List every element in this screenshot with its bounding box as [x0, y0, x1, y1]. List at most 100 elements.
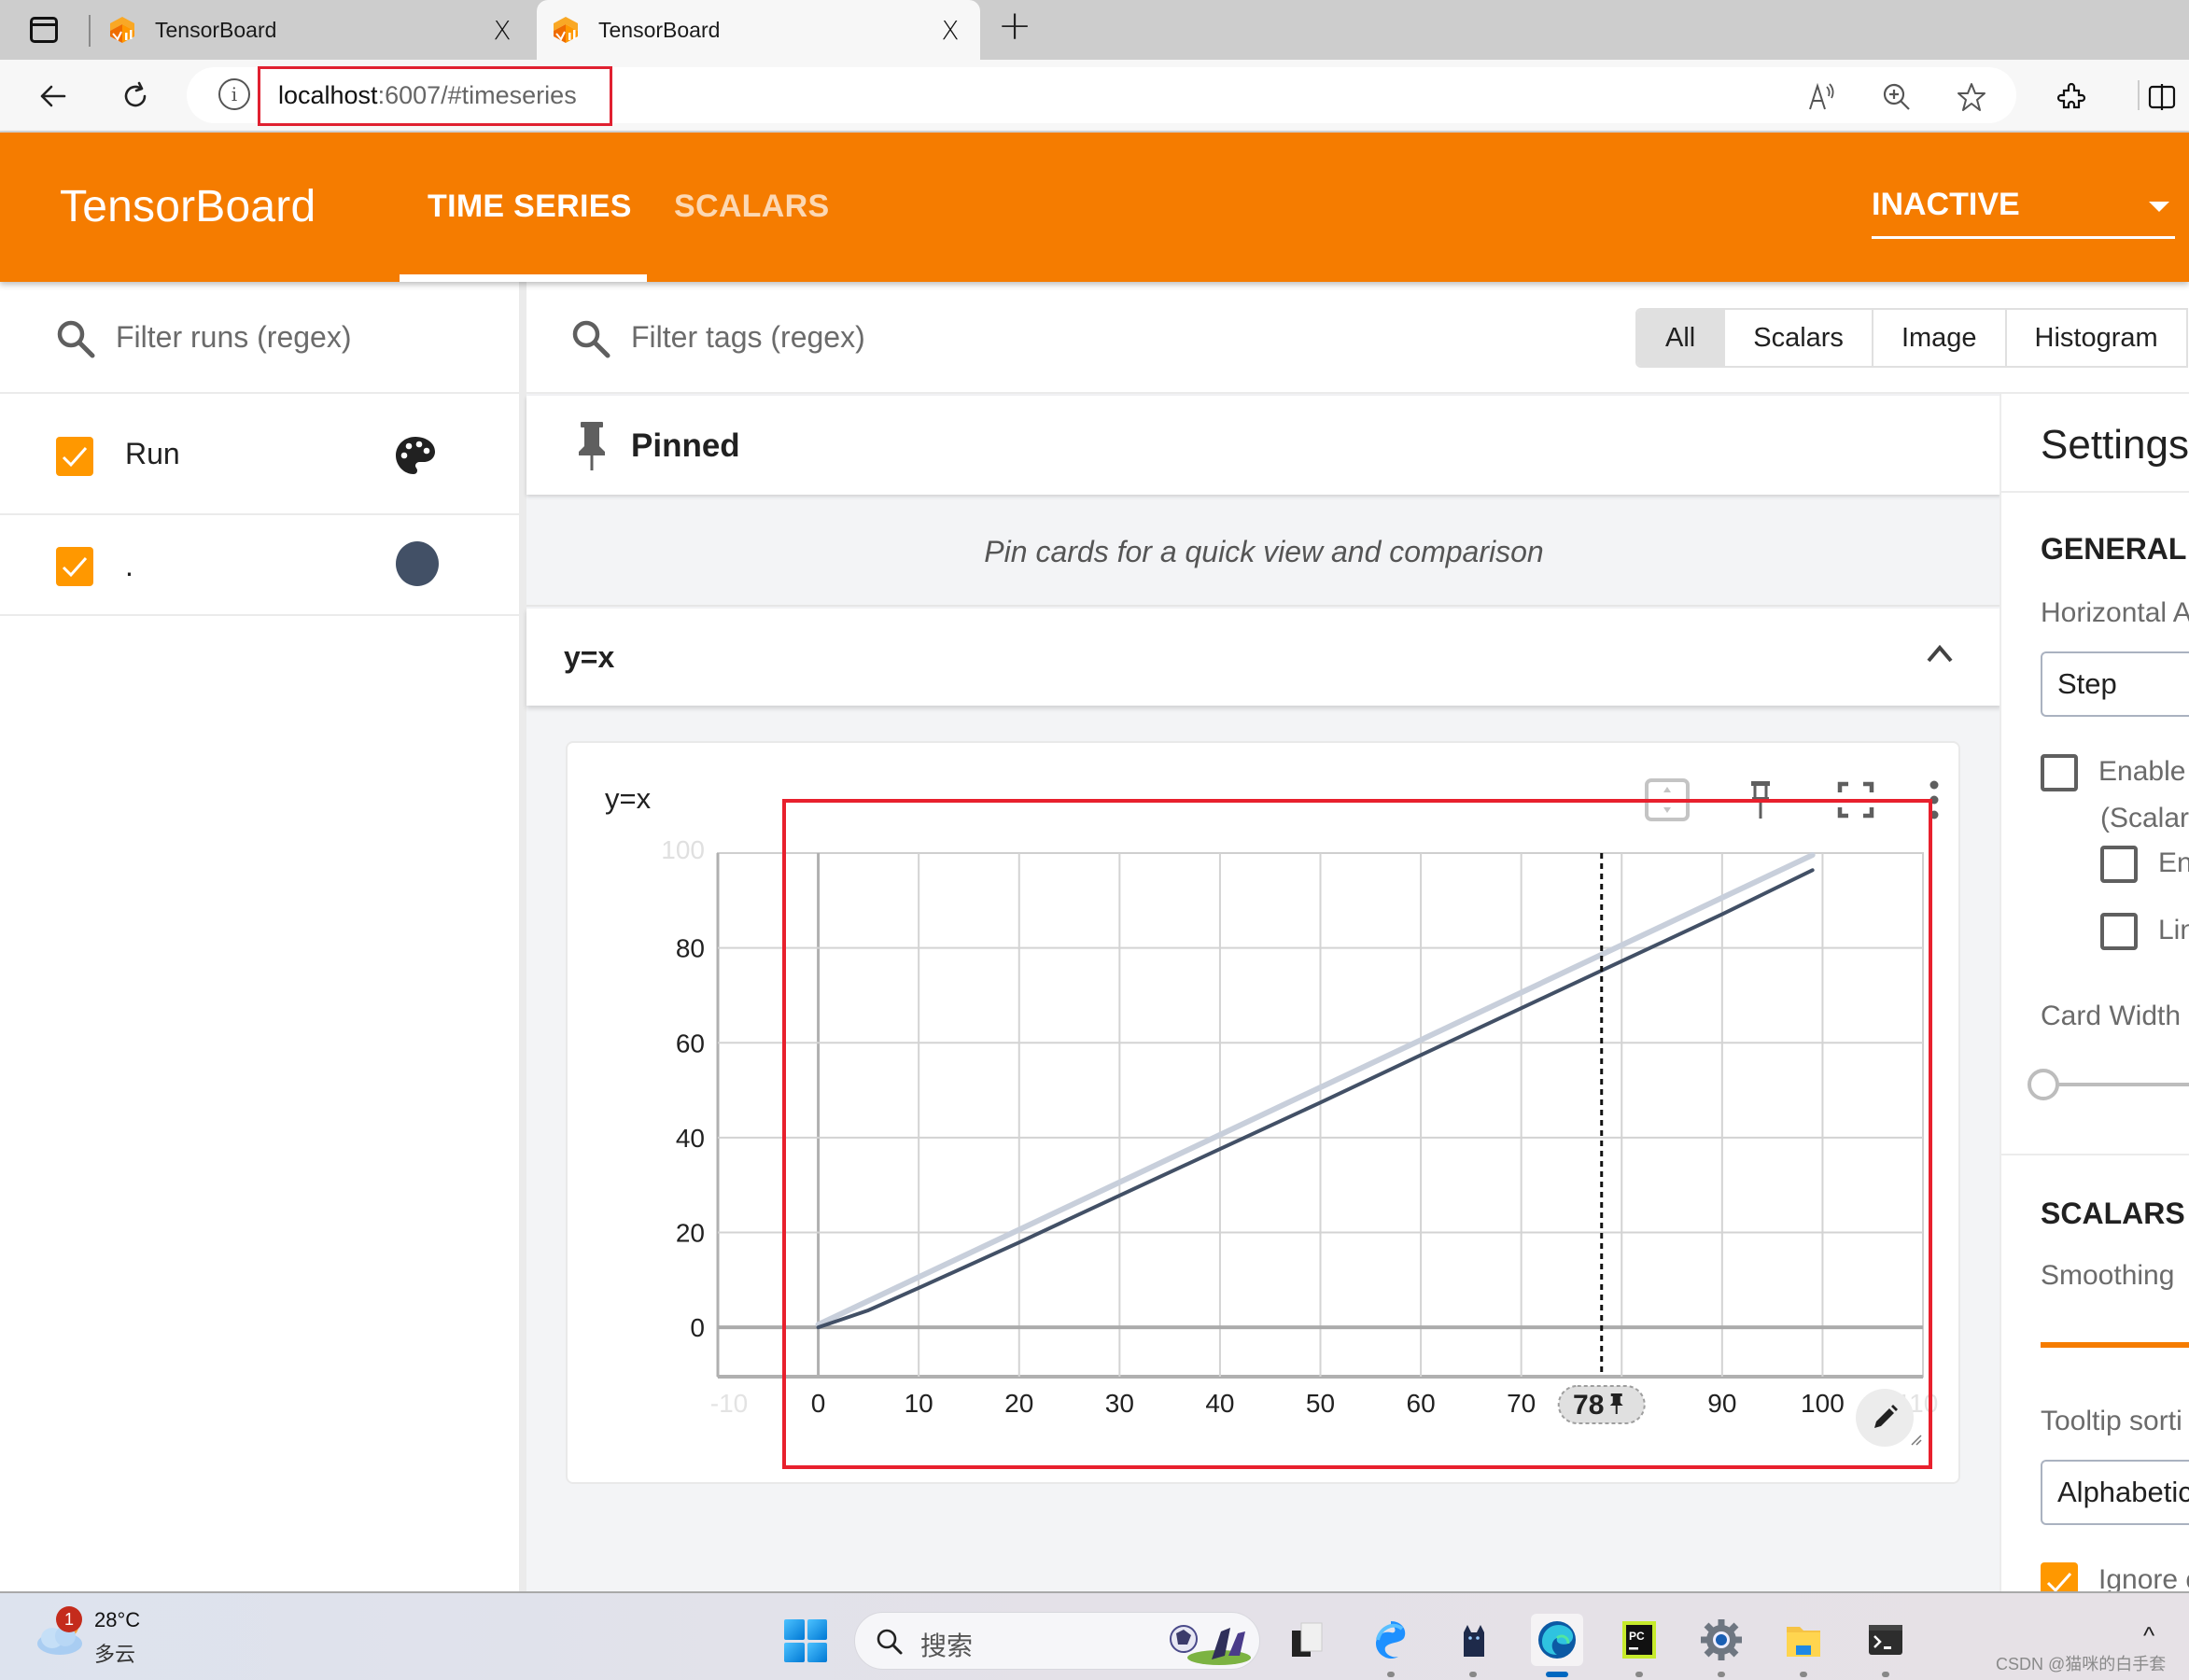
tab-actions-icon[interactable] [30, 17, 58, 43]
taskbar-app-explorer[interactable] [1777, 1614, 1830, 1666]
close-tab-icon[interactable]: X [484, 15, 521, 46]
select-all-runs-checkbox[interactable] [56, 437, 93, 476]
app-running-indicator [1387, 1672, 1395, 1677]
enable-step-selection-checkbox[interactable] [2041, 754, 2078, 791]
split-screen-icon[interactable] [2143, 78, 2181, 116]
tag-group-title: y=x [564, 640, 615, 674]
site-info-icon[interactable]: i [218, 78, 250, 110]
read-aloud-icon[interactable] [1803, 78, 1841, 116]
pin-icon [579, 422, 605, 470]
smoothing-slider[interactable] [2041, 1342, 2189, 1348]
windows-start-icon[interactable] [784, 1619, 827, 1662]
back-button[interactable] [30, 73, 77, 119]
search-icon [572, 320, 610, 358]
browser-tab-bar: TensorBoard X TensorBoard X + [0, 0, 2189, 60]
close-tab-icon[interactable]: X [932, 15, 969, 46]
filter-runs-input[interactable] [116, 314, 508, 360]
taskbar-search[interactable]: 搜索 [854, 1612, 1260, 1670]
taskbar-app-pycharm[interactable]: PC [1613, 1614, 1665, 1666]
app-active-indicator [1546, 1672, 1568, 1677]
more-options-button[interactable] [1908, 777, 1960, 823]
plugin-status-select[interactable]: INACTIVE [1872, 187, 2175, 239]
app-running-indicator [1800, 1672, 1807, 1677]
edit-axis-button[interactable] [1856, 1389, 1914, 1447]
weather-description: 多云 [94, 1643, 136, 1666]
reload-button[interactable] [112, 73, 159, 119]
filter-image-button[interactable]: Image [1871, 310, 2005, 366]
browser-tab-1[interactable]: TensorBoard X [93, 0, 532, 60]
filter-all-button[interactable]: All [1637, 310, 1724, 366]
notification-badge: 1 [56, 1606, 82, 1632]
pin-card-button[interactable] [1734, 777, 1787, 823]
tag-group-header[interactable]: y=x [526, 609, 2001, 706]
run-row[interactable]: . [0, 515, 519, 616]
palette-icon[interactable] [394, 435, 437, 478]
main-content: All Scalars Image Histogram Pinned Pin c… [526, 282, 2189, 1591]
taskbar-app-terminal[interactable] [1859, 1614, 1912, 1666]
tab-scalars[interactable]: SCALARS [674, 189, 829, 225]
taskbar-app-edge[interactable] [1531, 1614, 1583, 1666]
new-tab-button[interactable]: + [994, 6, 1035, 49]
arrow-left-icon [40, 85, 66, 107]
edge-beta-icon [1376, 1621, 1406, 1659]
extensions-icon[interactable] [2054, 78, 2091, 116]
card-title: y=x [605, 782, 652, 815]
checkmark-icon [62, 447, 88, 468]
fullscreen-icon [1837, 781, 1874, 819]
show-hidden-icons-chevron[interactable]: ^ [2143, 1621, 2154, 1650]
tab-time-series[interactable]: TIME SERIES [428, 189, 632, 225]
more-vert-icon [1929, 780, 1939, 819]
tensorboard-favicon [108, 15, 136, 45]
pycharm-icon: PC [1622, 1621, 1656, 1659]
card-width-slider-thumb[interactable] [2028, 1069, 2059, 1100]
svg-text:PC: PC [1629, 1630, 1645, 1643]
pinned-section-header: Pinned [526, 396, 2001, 495]
pin-icon [1751, 781, 1770, 819]
run-checkbox[interactable] [56, 547, 93, 586]
enable-step-selection-label: Enable s [2098, 756, 2189, 787]
filter-histogram-button[interactable]: Histogram [2004, 310, 2186, 366]
fit-domain-button[interactable] [1641, 777, 1693, 823]
ignore-outliers-checkbox[interactable] [2041, 1562, 2078, 1591]
link-by-step-checkbox[interactable] [2100, 913, 2138, 950]
settings-icon [1701, 1619, 1742, 1660]
zoom-icon[interactable] [1878, 78, 1915, 116]
horizontal-axis-select[interactable]: Step [2041, 651, 2189, 717]
enable-range-selection-label: Ena [2158, 847, 2189, 878]
sidebar-resize-handle[interactable] [519, 282, 526, 1591]
enable-range-selection-checkbox[interactable] [2100, 846, 2138, 883]
fullscreen-button[interactable] [1830, 777, 1882, 823]
link-by-step-label: Lin [2158, 915, 2189, 945]
card-width-slider-track[interactable] [2039, 1083, 2189, 1086]
scalar-card: y=x [566, 741, 1960, 1484]
plugin-type-filter: All Scalars Image Histogram [1635, 308, 2188, 368]
tag-filter-bar: All Scalars Image Histogram [526, 282, 2189, 394]
tab-separator [89, 15, 91, 47]
watermark: CSDN @猫咪的白手套 [1996, 1655, 2167, 1673]
toolbar-separator [2138, 80, 2140, 110]
filter-tags-input[interactable] [631, 314, 1284, 360]
divider [2001, 491, 2189, 493]
browser-tab-2[interactable]: TensorBoard X [537, 0, 980, 60]
checkmark-icon [62, 557, 88, 578]
horizontal-axis-label: Horizontal A [2041, 597, 2189, 628]
filter-scalars-button[interactable]: Scalars [1723, 310, 1872, 366]
taskbar-app-settings[interactable] [1695, 1614, 1747, 1666]
taskbar-app-edge-beta[interactable] [1365, 1614, 1417, 1666]
checkmark-icon [2046, 1573, 2072, 1591]
taskbar-app-cat[interactable] [1447, 1614, 1499, 1666]
search-icon [877, 1629, 903, 1655]
chevron-up-icon[interactable] [1925, 642, 1955, 665]
run-color-swatch[interactable] [396, 541, 439, 586]
tensorboard-favicon [552, 15, 580, 45]
cat-app-icon [1464, 1625, 1484, 1657]
ignore-outliers-label: Ignore o [2098, 1564, 2189, 1591]
tensorboard-logo[interactable]: TensorBoard [60, 181, 316, 232]
enable-step-selection-sublabel: (Scalars [2100, 803, 2189, 833]
taskbar-app-file-manager[interactable] [1283, 1614, 1335, 1666]
tooltip-sorting-select[interactable]: Alphabetic [2041, 1460, 2189, 1525]
resize-grip-icon[interactable] [1908, 1432, 1923, 1447]
favorite-star-icon[interactable] [1953, 78, 1990, 116]
card-width-label: Card Width [2041, 1001, 2182, 1031]
taskbar-search-placeholder: 搜索 [920, 1631, 974, 1660]
